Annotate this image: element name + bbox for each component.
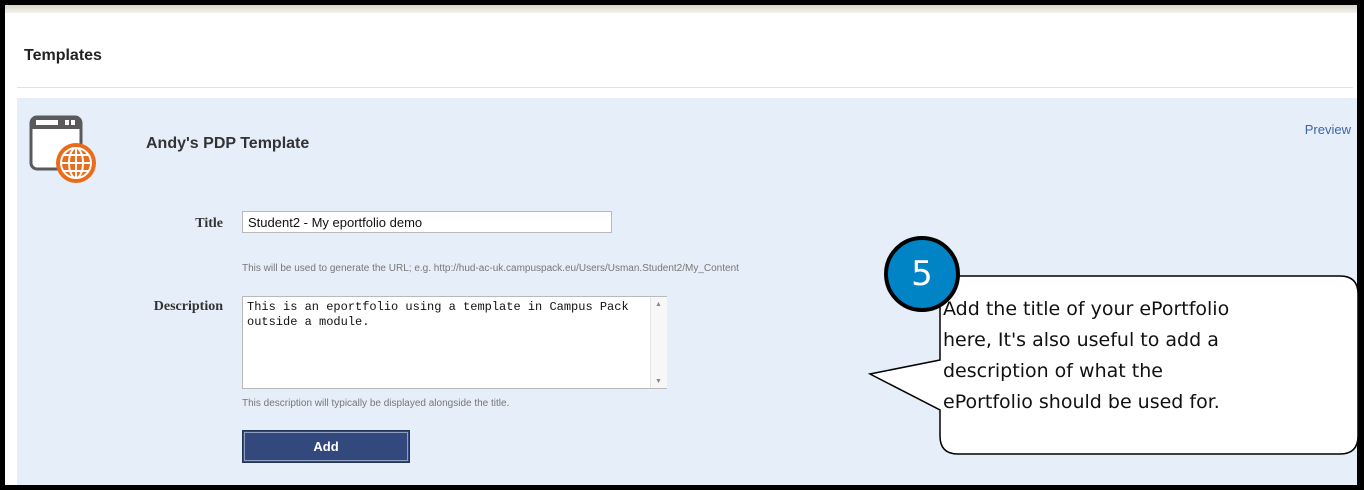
template-panel: Andy's PDP Template Preview Title This w… <box>17 98 1357 485</box>
title-label: Title <box>195 216 223 231</box>
description-textarea[interactable]: This is an eportfolio using a template i… <box>242 296 667 389</box>
title-hint: This will be used to generate the URL; e… <box>242 263 739 274</box>
description-hint: This description will typically be displ… <box>242 398 510 409</box>
callout-text: Add the title of your ePortfolio here, I… <box>943 294 1353 418</box>
page-title: Templates <box>24 47 102 64</box>
callout-line: ePortfolio should be used for. <box>943 391 1220 413</box>
divider <box>17 87 1353 88</box>
callout-line: Add the title of your ePortfolio <box>943 298 1230 320</box>
top-strip <box>5 5 1357 13</box>
callout-line: description of what the <box>943 360 1163 382</box>
title-input[interactable] <box>242 211 612 233</box>
add-button[interactable]: Add <box>242 430 410 463</box>
scroll-down-arrow-icon[interactable]: ▼ <box>655 378 662 385</box>
web-template-globe-icon <box>29 115 96 183</box>
callout-line: here, It's also useful to add a <box>943 329 1219 351</box>
preview-link[interactable]: Preview <box>1305 122 1351 137</box>
step-number-badge: 5 <box>884 236 960 312</box>
description-label: Description <box>153 299 223 314</box>
template-name: Andy's PDP Template <box>146 135 310 152</box>
scroll-up-arrow-icon[interactable]: ▲ <box>655 301 662 308</box>
description-scrollbar[interactable]: ▲ ▼ <box>650 297 667 388</box>
